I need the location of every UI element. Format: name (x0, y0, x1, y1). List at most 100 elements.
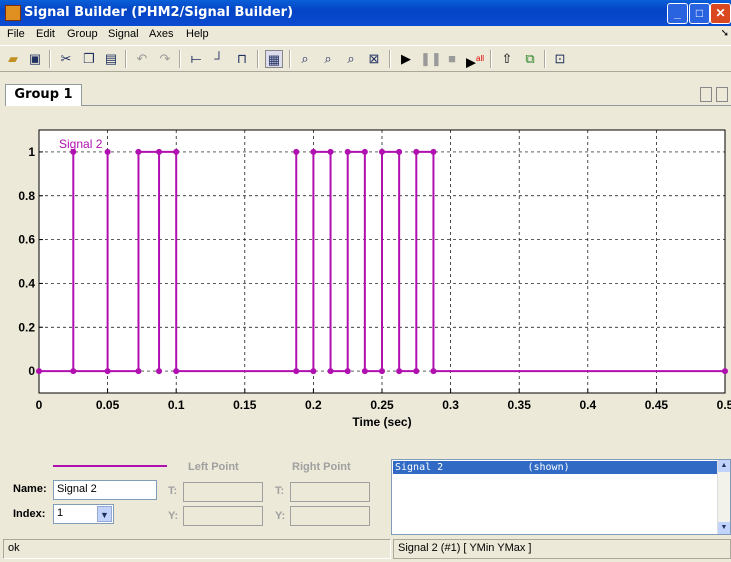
data-point[interactable] (396, 368, 403, 375)
x-tick-label: 0.45 (645, 398, 669, 412)
play-icon[interactable]: ▶ (397, 50, 415, 68)
scroll-up-icon[interactable]: ▲ (718, 460, 730, 472)
up-arrow-icon[interactable]: ⇧ (498, 50, 516, 68)
data-point[interactable] (396, 148, 403, 155)
data-point[interactable] (327, 368, 334, 375)
data-point[interactable] (173, 148, 180, 155)
x-tick-label: 0.15 (233, 398, 257, 412)
data-point[interactable] (361, 368, 368, 375)
save-icon[interactable]: ▣ (26, 50, 44, 68)
status-bar: ok Signal 2 (#1) [ YMin YMax ] (0, 537, 731, 562)
simulink-icon[interactable]: ⧉ (521, 50, 539, 68)
toolbar-separator (257, 50, 259, 68)
help-icon[interactable]: ⊡ (551, 50, 569, 68)
data-point[interactable] (327, 148, 334, 155)
minimize-button[interactable]: _ (667, 3, 688, 24)
data-point[interactable] (104, 368, 111, 375)
left-point-y-field (183, 506, 263, 526)
index-label: Index: (13, 508, 46, 520)
menu-dock-arrow-icon[interactable]: ➘ (721, 28, 729, 39)
index-value: 1 (57, 507, 64, 519)
tab-scroll-right[interactable] (716, 87, 728, 102)
menu-help[interactable]: Help (186, 28, 209, 40)
signal-listbox[interactable]: Signal 2 (shown) ▲ ▼ (391, 459, 731, 535)
redo-icon[interactable]: ↷ (156, 50, 174, 68)
play-all-icon[interactable]: ▶all (466, 50, 484, 69)
cut-icon[interactable]: ✂ (57, 50, 75, 68)
zoom-y-icon[interactable]: ⌕ (342, 50, 360, 68)
tab-scroll-left[interactable] (700, 87, 712, 102)
status-message: ok (3, 539, 391, 559)
data-point[interactable] (413, 148, 420, 155)
undo-icon[interactable]: ↶ (133, 50, 151, 68)
signal-line-style[interactable] (53, 465, 167, 467)
fit-icon[interactable]: ⊠ (365, 50, 383, 68)
toolbar-separator (125, 50, 127, 68)
maximize-button[interactable]: □ (689, 3, 710, 24)
step-icon[interactable]: ┘ (210, 50, 228, 68)
data-point[interactable] (156, 368, 163, 375)
signal-list-name: Signal 2 (395, 462, 444, 473)
data-point[interactable] (379, 368, 385, 375)
index-select[interactable]: 1 ▼ (53, 504, 114, 524)
data-point[interactable] (310, 368, 317, 375)
data-point[interactable] (70, 368, 77, 375)
data-point[interactable] (156, 148, 163, 155)
menu-bar: File Edit Group Signal Axes Help ➘ (0, 26, 731, 44)
data-point[interactable] (430, 148, 437, 155)
data-point[interactable] (293, 148, 300, 155)
data-point[interactable] (344, 148, 351, 155)
tab-group-1[interactable]: Group 1 (5, 84, 82, 106)
signal-list-state: (shown) (527, 462, 570, 473)
menu-signal[interactable]: Signal (108, 28, 139, 40)
data-point[interactable] (379, 148, 385, 155)
toolbar-separator (544, 50, 546, 68)
x-tick-label: 0.1 (168, 398, 185, 412)
scroll-down-icon[interactable]: ▼ (718, 522, 730, 534)
toolbar-separator (490, 50, 492, 68)
data-point[interactable] (36, 368, 42, 375)
copy-icon[interactable]: ❐ (80, 50, 98, 68)
data-point[interactable] (293, 368, 300, 375)
menu-file[interactable]: File (7, 28, 25, 40)
signal-name-field[interactable]: Signal 2 (53, 480, 157, 500)
paste-icon[interactable]: ▤ (102, 50, 120, 68)
zoom-xy-icon[interactable]: ⌕ (296, 50, 314, 68)
zoom-x-icon[interactable]: ⌕ (319, 50, 337, 68)
pulse-icon[interactable]: ⊓ (233, 50, 251, 68)
data-point[interactable] (361, 148, 368, 155)
close-button[interactable]: ✕ (710, 3, 731, 24)
menu-axes[interactable]: Axes (149, 28, 173, 40)
y-tick-label: 0 (28, 364, 35, 378)
toolbar-separator (389, 50, 391, 68)
signal-plot[interactable]: 0 0.05 0.1 0.15 0.2 0.25 0.3 0.35 0.4 0.45 0.5 0 0.2… (3, 106, 731, 454)
stop-icon[interactable]: ■ (443, 50, 461, 68)
left-y-label: Y: (168, 510, 179, 522)
data-point[interactable] (310, 148, 317, 155)
y-tick-label: 1 (28, 145, 35, 159)
grid-icon[interactable]: ▦ (265, 50, 283, 68)
data-point[interactable] (135, 148, 142, 155)
right-t-label: T: (275, 485, 285, 497)
x-axis-label: Time (sec) (352, 415, 411, 429)
data-point[interactable] (413, 368, 420, 375)
constant-segment-icon[interactable]: ⟝ (187, 50, 205, 68)
menu-edit[interactable]: Edit (36, 28, 55, 40)
left-point-header: Left Point (188, 461, 239, 473)
open-icon[interactable]: ▰ (4, 50, 22, 68)
list-scrollbar[interactable]: ▲ ▼ (717, 460, 730, 534)
signal-properties-panel: Left Point Right Point Name: Signal 2 In… (0, 455, 731, 535)
menu-group[interactable]: Group (67, 28, 98, 40)
data-point[interactable] (173, 368, 180, 375)
data-point[interactable] (344, 368, 351, 375)
tab-strip: Group 1 (0, 80, 731, 106)
right-point-y-field (290, 506, 370, 526)
data-point[interactable] (722, 368, 728, 375)
data-point[interactable] (104, 148, 111, 155)
status-signal-info: Signal 2 (#1) [ YMin YMax ] (393, 539, 731, 559)
data-point[interactable] (430, 368, 437, 375)
data-point[interactable] (135, 368, 142, 375)
pause-icon[interactable]: ❚❚ (420, 50, 442, 68)
list-item[interactable]: Signal 2 (shown) (393, 461, 718, 474)
chevron-down-icon[interactable]: ▼ (97, 506, 112, 522)
